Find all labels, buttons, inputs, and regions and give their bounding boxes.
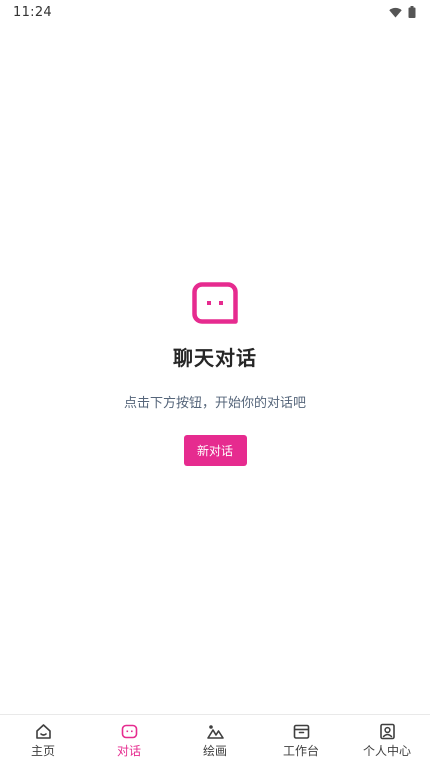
- bottom-tab-bar: 主页 对话 绘画 工作台 个人中心: [0, 714, 430, 765]
- status-bar: 11:24: [0, 0, 430, 24]
- tab-workbench-label: 工作台: [282, 744, 319, 758]
- tab-drawing[interactable]: 绘画: [172, 715, 258, 765]
- status-icons: [389, 6, 416, 18]
- tab-workbench[interactable]: 工作台: [258, 715, 344, 765]
- wifi-icon: [389, 7, 402, 17]
- battery-icon: [408, 6, 416, 18]
- home-icon: [35, 724, 51, 739]
- tab-profile[interactable]: 个人中心: [344, 715, 430, 765]
- profile-icon: [379, 723, 395, 740]
- empty-state-description: 点击下方按钮，开始你的对话吧: [123, 396, 306, 411]
- chat-bubble-icon: [192, 282, 238, 324]
- new-chat-button[interactable]: 新对话: [183, 435, 247, 466]
- tab-drawing-label: 绘画: [202, 744, 227, 758]
- tab-home[interactable]: 主页: [0, 715, 86, 765]
- tab-home-label: 主页: [30, 744, 55, 758]
- tab-profile-label: 个人中心: [362, 744, 411, 758]
- empty-state-title: 聊天对话: [173, 346, 257, 370]
- empty-state: 聊天对话 点击下方按钮，开始你的对话吧 新对话: [0, 282, 430, 466]
- chat-icon: [121, 724, 137, 739]
- mountain-icon: [206, 725, 224, 739]
- tab-chat-label: 对话: [116, 744, 141, 758]
- archive-box-icon: [293, 724, 309, 739]
- status-time: 11:24: [13, 4, 52, 20]
- tab-chat[interactable]: 对话: [86, 715, 172, 765]
